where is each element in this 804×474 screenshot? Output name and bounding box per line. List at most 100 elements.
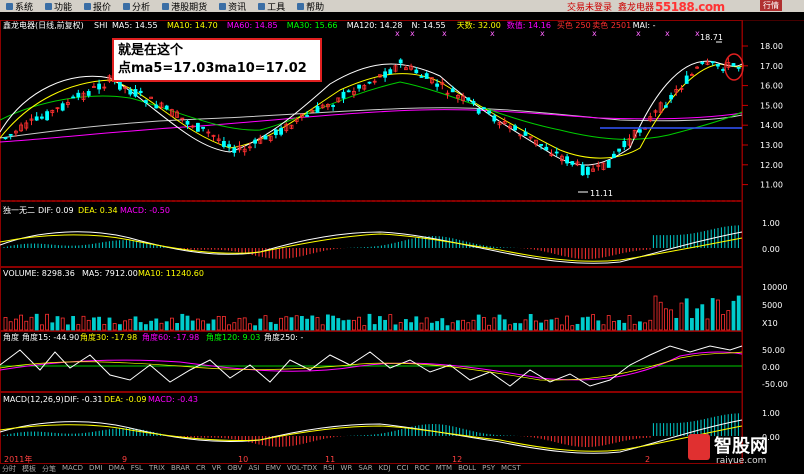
ma-legend-item: MA10: 14.70 bbox=[167, 21, 218, 30]
volume-bar bbox=[8, 321, 13, 331]
volume-bar bbox=[513, 322, 517, 331]
indicator-tab[interactable]: SAR bbox=[358, 464, 372, 474]
volume-bar bbox=[258, 318, 263, 331]
volume-bar bbox=[76, 324, 81, 331]
candle-body bbox=[60, 103, 65, 111]
macd2-histogram bbox=[3, 413, 739, 448]
candle-body bbox=[736, 66, 741, 69]
indicator-tab[interactable]: 分时 bbox=[2, 464, 16, 474]
volume-bar bbox=[471, 319, 476, 331]
volume-bar bbox=[263, 315, 268, 331]
volume-bar bbox=[487, 324, 492, 331]
trade-status[interactable]: 交易未登录 bbox=[567, 0, 618, 13]
indicator-tab[interactable]: MCST bbox=[501, 464, 521, 474]
tools-icon bbox=[258, 2, 266, 10]
quote-button[interactable]: 行情 bbox=[760, 0, 782, 11]
volume-bar bbox=[284, 316, 289, 331]
volume-bar bbox=[560, 324, 564, 331]
menu-help[interactable]: 帮助 bbox=[291, 0, 330, 13]
low-label: 11.11 bbox=[590, 189, 613, 198]
macd1-macd: MACD: -0.50 bbox=[120, 206, 170, 215]
volume-ma10: MA10: 11240.60 bbox=[138, 269, 204, 278]
indicator-tab[interactable]: OBV bbox=[227, 464, 242, 474]
candle-body bbox=[606, 159, 611, 168]
volume-bar bbox=[419, 322, 424, 331]
stock-chart[interactable]: 鑫龙电器(日线,前复权) SHI MA5: 14.55 MA10: 14.70 MA… bbox=[0, 20, 804, 464]
volume-bar bbox=[123, 320, 127, 331]
volume-bar bbox=[695, 308, 699, 331]
volume-bar bbox=[383, 319, 388, 331]
volume-bar bbox=[185, 315, 190, 331]
indicator-tab[interactable]: MTM bbox=[436, 464, 452, 474]
volume-bar bbox=[591, 314, 595, 331]
candle-body bbox=[669, 94, 673, 100]
indicator-tab[interactable]: CCI bbox=[397, 464, 409, 474]
indicator-tab[interactable]: BRAR bbox=[171, 464, 190, 474]
menu-quote[interactable]: 报价 bbox=[78, 0, 117, 13]
menu-analysis[interactable]: 分析 bbox=[117, 0, 156, 13]
candle-body bbox=[419, 76, 424, 78]
indicator-tab[interactable]: FSL bbox=[131, 464, 143, 474]
angle-tick-50: 50.00 bbox=[762, 346, 785, 355]
volume-bar bbox=[700, 304, 705, 331]
volume-bar bbox=[450, 322, 455, 331]
macd2-title: MACD(12,26,9) bbox=[3, 395, 64, 404]
volume-bar bbox=[175, 322, 180, 331]
volume-bar bbox=[606, 315, 611, 331]
indicator-tab[interactable]: ASI bbox=[248, 464, 259, 474]
volume-bar bbox=[310, 315, 315, 331]
indicator-tab[interactable]: VR bbox=[212, 464, 222, 474]
indicator-tab[interactable]: DMA bbox=[108, 464, 124, 474]
candle-body bbox=[315, 106, 320, 113]
candle-body bbox=[435, 83, 440, 87]
y-tick-label: 13.00 bbox=[760, 141, 783, 150]
quote-icon bbox=[84, 2, 92, 10]
indicator-tab[interactable]: 模板 bbox=[22, 464, 36, 474]
volume-title: VOLUME: 8298.36 bbox=[3, 269, 75, 278]
indicator-tab[interactable]: KDJ bbox=[379, 464, 391, 474]
menu-tools[interactable]: 工具 bbox=[252, 0, 291, 13]
angle-60: 角度60: -17.98 bbox=[142, 332, 199, 342]
indicator-tab[interactable]: ROC bbox=[414, 464, 429, 474]
indicator-tab[interactable]: WR bbox=[341, 464, 353, 474]
indicator-tab[interactable]: RSI bbox=[323, 464, 334, 474]
volume-bar bbox=[351, 319, 356, 331]
candle-body bbox=[466, 97, 471, 101]
volume-bar bbox=[164, 321, 169, 331]
candle-body bbox=[684, 75, 689, 84]
candle-body bbox=[34, 116, 39, 121]
indicator-tab[interactable]: MACD bbox=[62, 464, 83, 474]
y-tick-label: 17.00 bbox=[760, 62, 783, 71]
volume-bar bbox=[523, 319, 528, 331]
indicator-tab[interactable]: CR bbox=[196, 464, 206, 474]
menu-news[interactable]: 资讯 bbox=[213, 0, 252, 13]
indicator-tab[interactable]: EMV bbox=[266, 464, 281, 474]
indicator-tab[interactable]: PSY bbox=[482, 464, 495, 474]
volume-bar bbox=[398, 322, 403, 331]
volume-bar bbox=[435, 321, 440, 331]
indicator-tab[interactable]: 分笔 bbox=[42, 464, 56, 474]
indicator-tab[interactable]: BOLL bbox=[458, 464, 476, 474]
menu-system[interactable]: 系统 bbox=[0, 0, 39, 13]
menu-hk-futures[interactable]: 港股期货 bbox=[156, 0, 213, 13]
indicator-tab[interactable]: DMI bbox=[89, 464, 103, 474]
signal-markers: xx xx xx xx x bbox=[395, 29, 700, 38]
candle-body bbox=[185, 120, 190, 125]
volume-bar bbox=[658, 301, 663, 331]
volume-bar bbox=[575, 323, 580, 331]
ma-legend-item: MA60: 14.85 bbox=[227, 21, 278, 30]
candle-body bbox=[388, 69, 393, 75]
volume-bar bbox=[409, 322, 414, 331]
volume-bar bbox=[481, 317, 486, 331]
indicator-tab[interactable]: VOL-TDX bbox=[287, 464, 317, 474]
menu-function[interactable]: 功能 bbox=[39, 0, 78, 13]
angle-title: 角度 bbox=[3, 332, 19, 342]
help-icon bbox=[297, 2, 305, 10]
volume-bar bbox=[34, 313, 39, 331]
volume-bar bbox=[440, 318, 445, 331]
candle-body bbox=[263, 135, 268, 140]
indicator-tab[interactable]: TRIX bbox=[149, 464, 165, 474]
ma-legend-item: MA30: 15.66 bbox=[287, 21, 338, 30]
exchange-label: SHI bbox=[94, 21, 107, 30]
angle-30: 角度30: -17.98 bbox=[80, 332, 137, 342]
